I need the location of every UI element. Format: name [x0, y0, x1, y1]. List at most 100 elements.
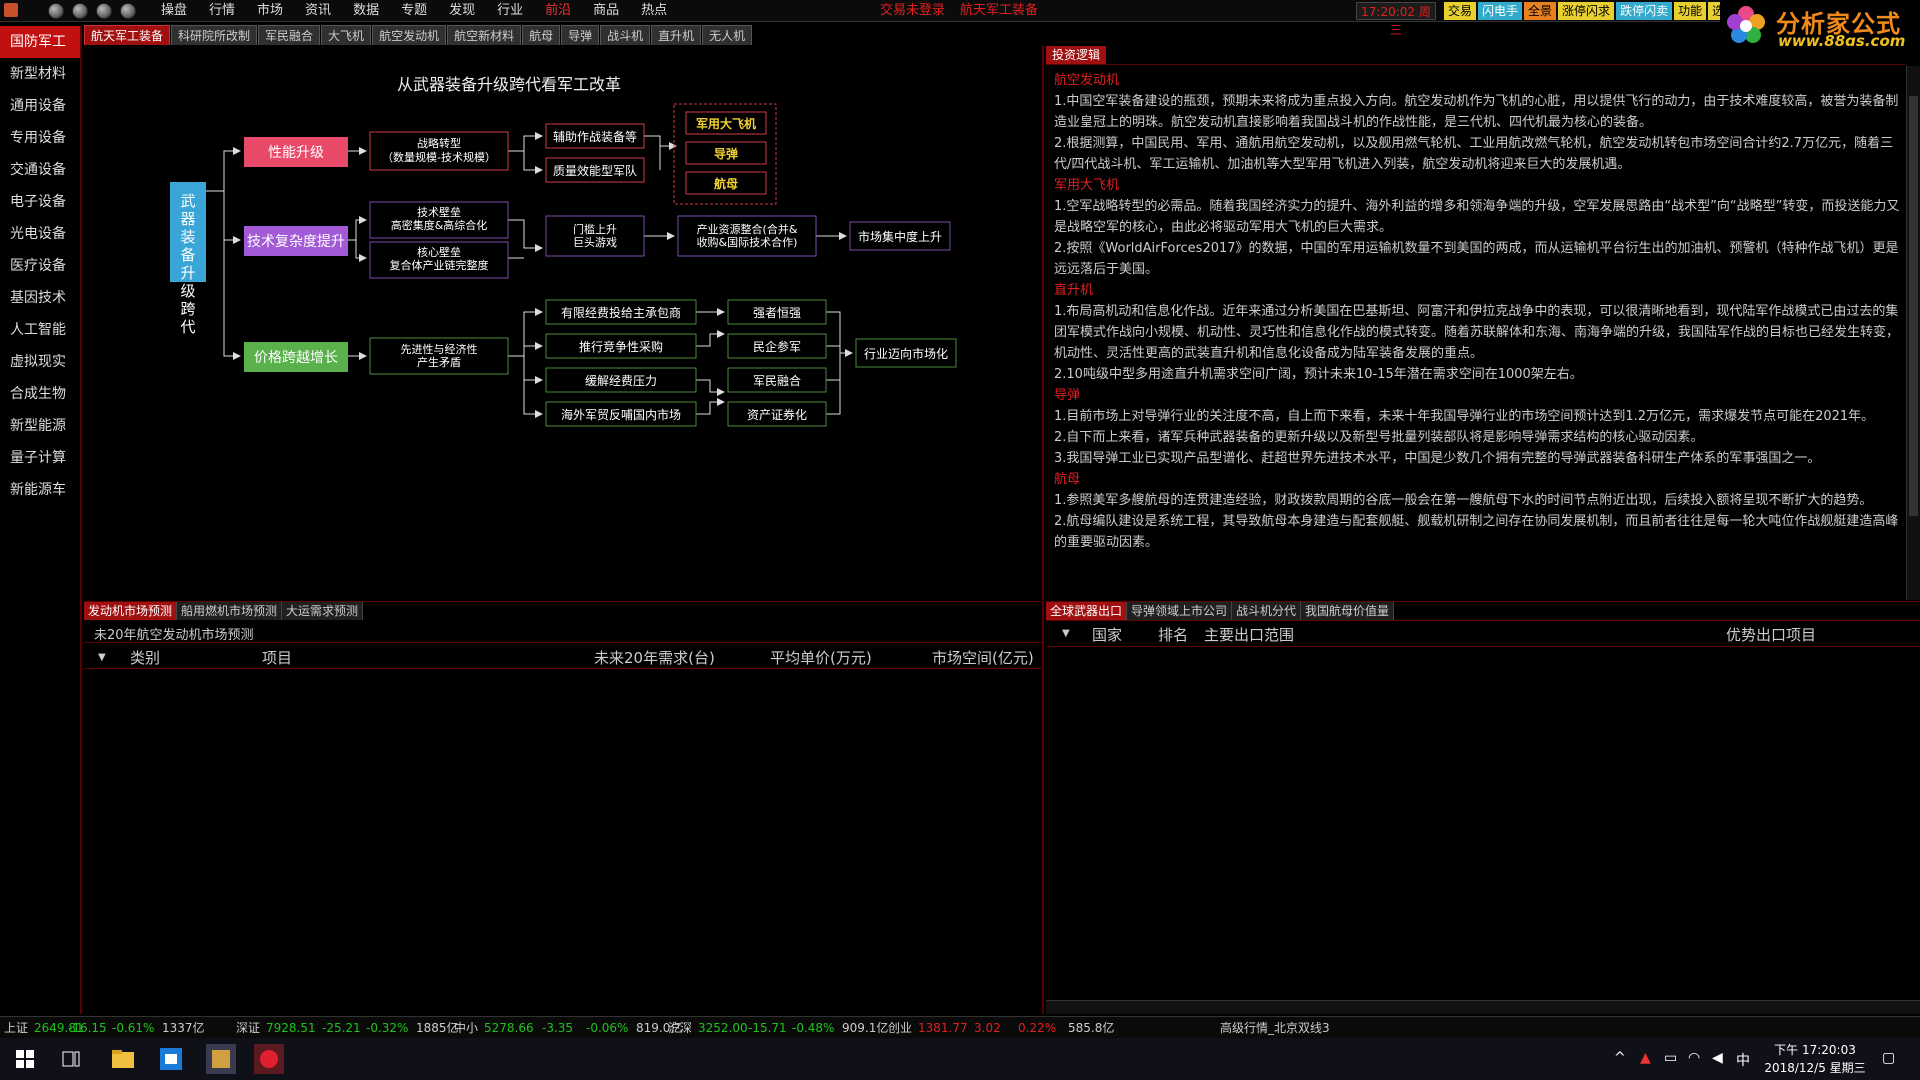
- export-tab[interactable]: 导弹领域上市公司: [1127, 602, 1233, 620]
- ticker-change: -25.21: [322, 1021, 361, 1035]
- store-icon[interactable]: [156, 1044, 186, 1074]
- menu-item[interactable]: 数据: [342, 0, 390, 22]
- col-header-country[interactable]: 国家: [1092, 624, 1122, 645]
- sidebar-item[interactable]: 电子设备: [0, 186, 80, 218]
- sector-tab[interactable]: 航母: [522, 25, 561, 45]
- logic-text[interactable]: 航空发动机 1.中国空军装备建设的瓶颈，预期未来将成为重点投入方向。航空发动机作为…: [1054, 70, 1904, 596]
- menu-item[interactable]: 行情: [198, 0, 246, 22]
- sort-down-icon[interactable]: ▼: [98, 652, 106, 663]
- export-tab[interactable]: 战斗机分代: [1232, 602, 1302, 620]
- menu-item[interactable]: 专题: [390, 0, 438, 22]
- ticker-label[interactable]: 创业: [888, 1017, 912, 1039]
- quick-button[interactable]: 功能: [1674, 2, 1707, 20]
- col-header-market[interactable]: 市场空间(亿元): [932, 647, 1034, 668]
- wifi-icon[interactable]: ◠: [1688, 1050, 1700, 1066]
- export-tab[interactable]: 全球武器出口: [1046, 602, 1128, 620]
- col-header-rank[interactable]: 排名: [1158, 624, 1188, 645]
- sidebar-item[interactable]: 光电设备: [0, 218, 80, 250]
- menu-item[interactable]: 操盘: [150, 0, 198, 22]
- table-caption: 未20年航空发动机市场预测: [94, 628, 254, 643]
- col-header-demand[interactable]: 未来20年需求(台): [594, 647, 715, 668]
- sector-tab[interactable]: 无人机: [702, 25, 753, 45]
- analysis-app-icon[interactable]: [254, 1044, 284, 1074]
- sidebar-item[interactable]: 基因技术: [0, 282, 80, 314]
- sector-tab[interactable]: 大飞机: [321, 25, 372, 45]
- ticker-label[interactable]: 上证: [4, 1017, 28, 1039]
- sidebar-item[interactable]: 医疗设备: [0, 250, 80, 282]
- volume-icon[interactable]: ◀: [1712, 1050, 1723, 1066]
- menu-item[interactable]: 商品: [582, 0, 630, 22]
- sector-tab[interactable]: 战斗机: [600, 25, 651, 45]
- quick-button[interactable]: 交易: [1444, 2, 1477, 20]
- notification-icon[interactable]: ▢: [1882, 1050, 1895, 1066]
- menu-item[interactable]: 前沿: [534, 0, 582, 22]
- sidebar-item[interactable]: 量子计算: [0, 442, 80, 474]
- divider: [1046, 646, 1920, 647]
- sidebar-item[interactable]: 交通设备: [0, 154, 80, 186]
- ime-indicator[interactable]: 中: [1736, 1050, 1750, 1070]
- sidebar-item[interactable]: 虚拟现实: [0, 346, 80, 378]
- ticker-label[interactable]: 沪深: [668, 1017, 692, 1039]
- engine-tab[interactable]: 船用燃机市场预测: [177, 602, 283, 620]
- col-header-category[interactable]: 类别: [130, 647, 160, 668]
- sector-tab[interactable]: 科研院所改制: [171, 25, 258, 45]
- sidebar-item[interactable]: 通用设备: [0, 90, 80, 122]
- window-button-icon[interactable]: [96, 3, 112, 19]
- main-menu: 操盘 行情 市场 资讯 数据 专题 发现 行业 前沿 商品 热点: [150, 0, 678, 22]
- windows-start-icon[interactable]: [10, 1044, 40, 1074]
- sector-tab[interactable]: 导弹: [561, 25, 600, 45]
- section-paragraph: 2.自下而上来看，诸军兵种武器装备的更新升级以及新型号批量列装部队将是影响导弹需…: [1054, 430, 1704, 445]
- ticker-label[interactable]: 深证: [236, 1017, 260, 1039]
- trading-app-icon[interactable]: [206, 1044, 236, 1074]
- export-scrollbar[interactable]: [1046, 1000, 1920, 1014]
- sidebar-item[interactable]: 国防军工: [0, 26, 80, 58]
- tray-chevron-icon[interactable]: ^: [1614, 1050, 1626, 1066]
- sector-tab[interactable]: 航空发动机: [372, 25, 447, 45]
- window-button-icon[interactable]: [48, 3, 64, 19]
- sector-tab[interactable]: 直升机: [651, 25, 702, 45]
- battery-icon[interactable]: ▭: [1664, 1050, 1677, 1066]
- export-tab[interactable]: 我国航母价值量: [1301, 602, 1395, 620]
- sidebar-item[interactable]: 人工智能: [0, 314, 80, 346]
- quick-button[interactable]: 全景: [1524, 2, 1557, 20]
- menu-item[interactable]: 市场: [246, 0, 294, 22]
- taskbar-clock[interactable]: 下午 17:20:03 2018/12/5 星期三: [1760, 1041, 1870, 1077]
- col-header-price[interactable]: 平均单价(万元): [770, 647, 872, 668]
- node-strategy-line2: （数量规模-技术规模）: [382, 150, 496, 164]
- sort-down-icon[interactable]: ▼: [1062, 628, 1070, 639]
- logic-scrollbar[interactable]: [1906, 66, 1920, 600]
- sidebar-item[interactable]: 新型能源: [0, 410, 80, 442]
- menu-item[interactable]: 行业: [486, 0, 534, 22]
- engine-tab[interactable]: 大运需求预测: [282, 602, 364, 620]
- quick-button[interactable]: 跌停闪卖: [1616, 2, 1673, 20]
- diagram-canvas: 从武器装备升级跨代看军工改革 武器装备升级跨代 性能升级 技术复杂度提升 价格跨…: [170, 76, 957, 427]
- node-advanced-line1: 先进性与经济性: [401, 342, 478, 356]
- menu-item[interactable]: 发现: [438, 0, 486, 22]
- col-header-advantage[interactable]: 优势出口项目: [1726, 624, 1816, 645]
- tray-app-icon[interactable]: ▲: [1640, 1050, 1651, 1066]
- sector-tab[interactable]: 航天军工装备: [84, 25, 171, 45]
- tab-investment-logic[interactable]: 投资逻辑: [1046, 46, 1107, 64]
- quick-button[interactable]: 涨停闪求: [1558, 2, 1615, 20]
- task-view-icon[interactable]: [56, 1044, 86, 1074]
- sector-tab[interactable]: 航空新材料: [447, 25, 522, 45]
- sidebar-item[interactable]: 合成生物: [0, 378, 80, 410]
- window-button-icon[interactable]: [120, 3, 136, 19]
- col-header-range[interactable]: 主要出口范围: [1204, 624, 1294, 645]
- sidebar-item[interactable]: 新能源车: [0, 474, 80, 506]
- menu-item[interactable]: 热点: [630, 0, 678, 22]
- window-button-icon[interactable]: [72, 3, 88, 19]
- menu-item[interactable]: 资讯: [294, 0, 342, 22]
- sidebar-item[interactable]: 专用设备: [0, 122, 80, 154]
- sidebar-item[interactable]: 新型材料: [0, 58, 80, 90]
- file-explorer-icon[interactable]: [108, 1044, 138, 1074]
- app-logo-icon[interactable]: [4, 3, 18, 17]
- scroll-thumb[interactable]: [1909, 96, 1918, 516]
- col-header-item[interactable]: 项目: [262, 647, 292, 668]
- sector-tab[interactable]: 军民融合: [258, 25, 321, 45]
- divider: [84, 642, 1042, 643]
- ticker-label[interactable]: 中小: [454, 1017, 478, 1039]
- engine-tab[interactable]: 发动机市场预测: [84, 602, 178, 620]
- quick-button[interactable]: 闪电手: [1478, 2, 1523, 20]
- ticker-server[interactable]: 高级行情_北京双线3: [1220, 1017, 1330, 1039]
